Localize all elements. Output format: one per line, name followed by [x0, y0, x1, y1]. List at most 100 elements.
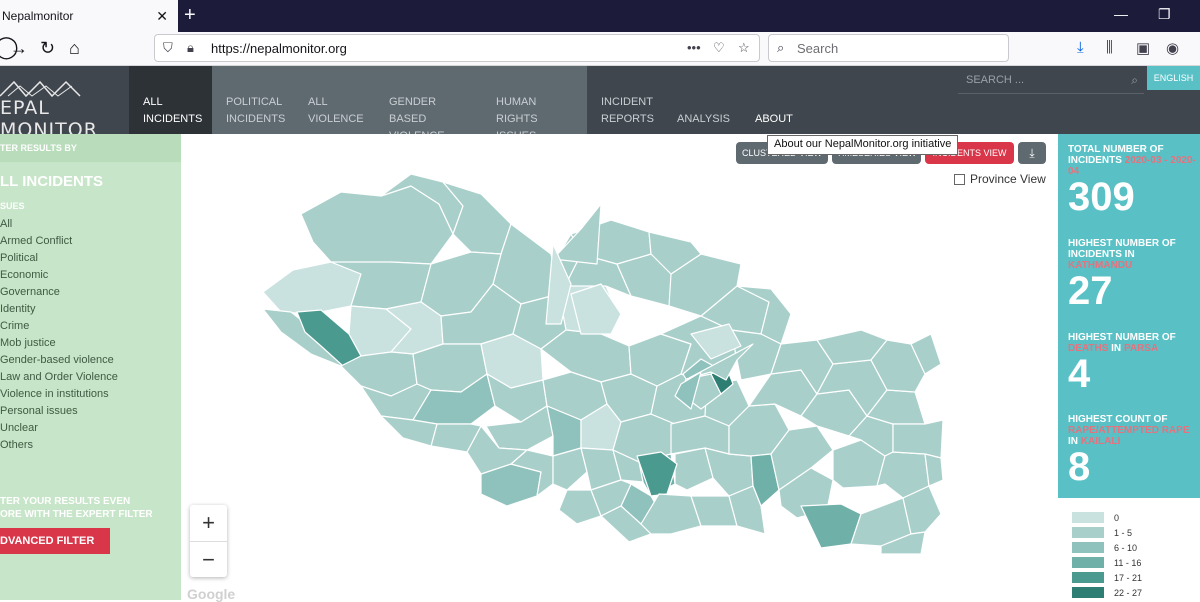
nepal-choropleth-map[interactable]: [181, 134, 1058, 600]
menu-label: POLITICAL: [226, 96, 283, 108]
stat-value: 4: [1068, 352, 1091, 396]
issue-filter-item[interactable]: Political: [0, 252, 181, 269]
menu-label: HUMAN RIGHTS: [496, 96, 538, 125]
zoom-out-button[interactable]: −: [190, 541, 227, 577]
issue-filter-item[interactable]: Unclear: [0, 422, 181, 439]
legend-row: 22 - 27: [1072, 585, 1142, 600]
legend-label: 1 - 5: [1114, 527, 1133, 538]
legend-row: 0: [1072, 510, 1142, 525]
issue-filter-item[interactable]: Others: [0, 439, 181, 456]
menu-label: INCIDENT: [601, 96, 653, 108]
browser-tab-bar: Nepalmonitor ✕ + — ❐: [0, 0, 1200, 32]
issue-filter-item[interactable]: All: [0, 218, 181, 235]
forward-icon[interactable]: →: [10, 38, 28, 59]
account-icon[interactable]: ◉: [1166, 39, 1179, 57]
tab-title: Nepalmonitor: [2, 9, 74, 23]
stat-label: HIGHEST NUMBER OF DEATHS IN PARSA: [1068, 332, 1196, 354]
zoom-control: + −: [190, 505, 227, 577]
menu-label: ALL: [143, 96, 163, 108]
browser-tab[interactable]: Nepalmonitor ✕: [0, 0, 178, 32]
issue-filter-item[interactable]: Violence in institutions: [0, 388, 181, 405]
stat-label-text: HIGHEST NUMBER OF INCIDENTS IN: [1068, 238, 1176, 260]
map-area[interactable]: CLUSTERED VIEW TIMESERIES VIEW INCIDENTS…: [181, 134, 1058, 602]
stat-label: HIGHEST NUMBER OF INCIDENTS IN KATHMANDU: [1068, 238, 1196, 271]
issue-filter-item[interactable]: Armed Conflict: [0, 235, 181, 252]
legend-label: 6 - 10: [1114, 542, 1138, 553]
stat-total: TOTAL NUMBER OF INCIDENTS 2020-03 - 2020…: [1068, 144, 1196, 217]
minimize-icon[interactable]: —: [1114, 6, 1128, 22]
stat-highest-incidents: HIGHEST NUMBER OF INCIDENTS IN KATHMANDU…: [1068, 238, 1196, 311]
issue-filter-item[interactable]: Law and Order Violence: [0, 371, 181, 388]
issue-filter-item[interactable]: Mob justice: [0, 337, 181, 354]
language-button[interactable]: ENGLISH: [1147, 66, 1200, 90]
home-icon[interactable]: ⌂: [69, 38, 80, 59]
stat-label-text: HIGHEST COUNT OF: [1068, 414, 1168, 425]
legend-swatch: [1072, 527, 1104, 538]
menu-label: INCIDENTS: [143, 113, 203, 125]
menu-all-violence[interactable]: ALL VIOLENCE: [294, 66, 375, 134]
legend-swatch: [1072, 512, 1104, 523]
map-district: [552, 447, 588, 491]
pocket-icon[interactable]: ♡: [713, 40, 725, 56]
new-tab-icon[interactable]: +: [184, 4, 196, 27]
stat-label-text: HIGHEST NUMBER OF: [1068, 332, 1176, 343]
url-bar[interactable]: ⛉ 🔒︎ https://nepalmonitor.org ••• ♡ ☆: [154, 34, 760, 62]
sidebar-title: LL INCIDENTS: [0, 173, 104, 190]
menu-incident-reports[interactable]: INCIDENT REPORTS: [587, 66, 663, 134]
reload-icon[interactable]: ↻: [40, 38, 55, 59]
issue-filter-item[interactable]: Personal issues: [0, 405, 181, 422]
close-icon[interactable]: ✕: [156, 8, 168, 25]
search-icon[interactable]: ⌕: [1131, 73, 1138, 88]
more-icon[interactable]: •••: [687, 40, 701, 55]
site-search-input[interactable]: SEARCH ... ⌕: [958, 70, 1144, 94]
filter-heading-bar: TER RESULTS BY: [0, 134, 181, 162]
menu-gender-based-violence[interactable]: GENDER BASEDVIOLENCE: [375, 66, 482, 142]
menu-label: ANALYSIS: [677, 113, 730, 125]
menu-about[interactable]: ABOUT: [741, 66, 809, 134]
legend-label: 22 - 27: [1114, 587, 1143, 598]
menu-analysis[interactable]: ANALYSIS: [663, 66, 741, 134]
menu-label: GENDER BASED: [389, 96, 437, 125]
menu-human-rights-issues[interactable]: HUMAN RIGHTSISSUES: [482, 66, 587, 142]
map-district: [892, 419, 944, 459]
menu-label: REPORTS: [601, 113, 654, 125]
zoom-in-button[interactable]: +: [190, 505, 227, 541]
site-search-placeholder: SEARCH ...: [966, 74, 1025, 86]
menu-political-incidents[interactable]: POLITICAL INCIDENTS: [212, 66, 294, 134]
legend-row: 11 - 16: [1072, 555, 1142, 570]
issue-filter-item[interactable]: Crime: [0, 320, 181, 337]
issue-filter-item[interactable]: Gender-based violence: [0, 354, 181, 371]
lock-icon: 🔒︎: [187, 40, 194, 55]
browser-search-placeholder: Search: [797, 41, 839, 56]
download-icon[interactable]: ⤓: [1077, 39, 1084, 56]
browser-search-input[interactable]: ⌕ Search: [768, 34, 1009, 62]
legend-label: 0: [1114, 512, 1120, 523]
advanced-filter-button[interactable]: DVANCED FILTER: [0, 528, 110, 554]
legend-swatch: [1072, 557, 1104, 568]
url-text[interactable]: https://nepalmonitor.org: [211, 41, 347, 56]
stat-highlight: RAPE/ATTEMPTED RAPE: [1068, 425, 1190, 436]
stat-label: TOTAL NUMBER OF INCIDENTS 2020-03 - 2020…: [1068, 144, 1196, 177]
search-icon: ⌕: [777, 40, 785, 55]
issue-filter-item[interactable]: Governance: [0, 286, 181, 303]
menu-label: ABOUT: [755, 113, 793, 125]
sidebar-icon[interactable]: ▣: [1136, 39, 1150, 57]
restore-icon[interactable]: ❐: [1158, 6, 1171, 23]
issue-list: All Armed Conflict Political Economic Govern…: [0, 218, 181, 456]
bookmark-star-icon[interactable]: ☆: [738, 40, 750, 56]
legend-swatch: [1072, 572, 1104, 583]
legend-label: 17 - 21: [1114, 572, 1143, 583]
menu-all-incidents[interactable]: ALL INCIDENTS: [129, 66, 212, 134]
about-tooltip: About our NepalMonitor.org initiative: [767, 135, 959, 155]
library-icon[interactable]: ⫼: [1106, 39, 1113, 56]
stat-highest-rape: HIGHEST COUNT OF RAPE/ATTEMPTED RAPE IN KA…: [1068, 414, 1196, 487]
legend-swatch: [1072, 587, 1104, 598]
legend-row: 6 - 10: [1072, 540, 1142, 555]
site-logo[interactable]: EPAL MONITOR: [0, 66, 129, 141]
map-district: [552, 203, 602, 265]
legend-label: 11 - 16: [1114, 557, 1142, 568]
shield-icon[interactable]: ⛉: [163, 40, 173, 56]
issue-filter-item[interactable]: Identity: [0, 303, 181, 320]
issue-filter-item[interactable]: Economic: [0, 269, 181, 286]
filter-sidebar: TER RESULTS BY LL INCIDENTS SUES All Arme…: [0, 134, 181, 600]
